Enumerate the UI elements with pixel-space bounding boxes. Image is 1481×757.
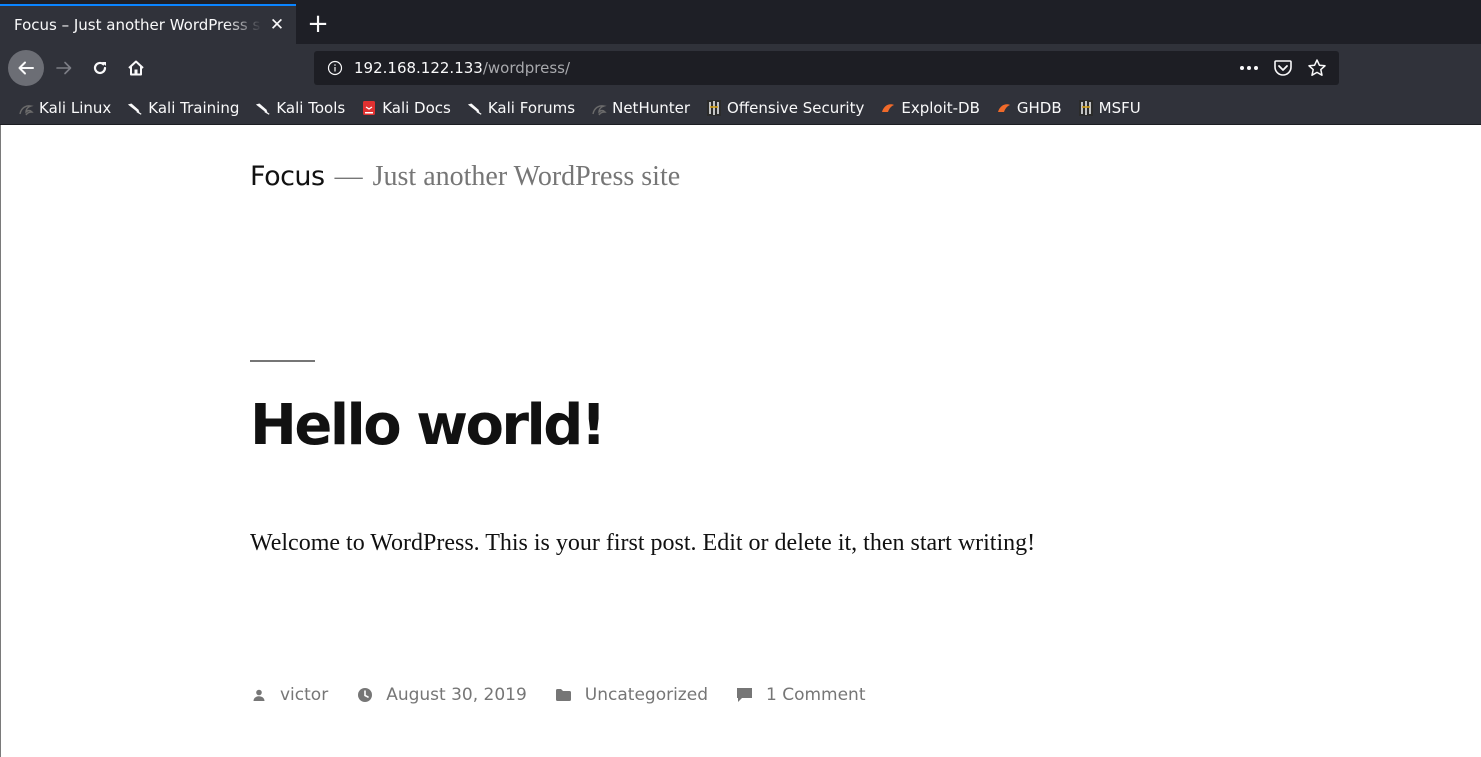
ghdb-icon [996, 100, 1012, 116]
bookmark-nethunter[interactable]: NetHunter [591, 99, 690, 117]
post-title[interactable]: Hello world! [250, 393, 606, 458]
kali-dragon-icon [18, 100, 34, 116]
post-comments: 1 Comment [736, 685, 866, 705]
person-icon [250, 686, 268, 704]
bookmark-label: Offensive Security [727, 99, 865, 117]
site-info-icon[interactable] [326, 60, 344, 76]
bookmark-label: Kali Docs [382, 99, 451, 117]
reload-button[interactable] [82, 50, 118, 86]
navigation-toolbar: 192.168.122.133/wordpress/ [0, 44, 1481, 92]
bookmark-label: NetHunter [612, 99, 691, 117]
page-actions-icon[interactable] [1239, 58, 1259, 78]
bookmark-label: GHDB [1016, 99, 1062, 117]
author-link[interactable]: victor [280, 685, 328, 705]
bookmark-label: Kali Training [148, 99, 240, 117]
comment-icon [736, 686, 754, 704]
forward-button[interactable] [46, 50, 82, 86]
bookmark-kali-training[interactable]: Kali Training [127, 99, 239, 117]
bookmark-kali-docs[interactable]: Kali Docs [361, 99, 451, 117]
bookmark-msfu[interactable]: MSFU [1078, 99, 1141, 117]
bookmark-ghdb[interactable]: GHDB [996, 99, 1062, 117]
nethunter-icon [591, 100, 607, 116]
kali-docs-icon [361, 100, 377, 116]
bookmark-label: Exploit-DB [901, 99, 980, 117]
home-icon [128, 60, 144, 76]
tab-active[interactable]: Focus – Just another WordPress site ✕ [0, 4, 296, 44]
url-actions [1239, 58, 1327, 78]
date-link[interactable]: August 30, 2019 [386, 685, 527, 705]
bookmark-star-icon[interactable] [1307, 58, 1327, 78]
comments-link[interactable]: 1 Comment [766, 685, 866, 705]
bookmark-exploit-db[interactable]: Exploit-DB [880, 99, 980, 117]
bookmark-kali-forums[interactable]: Kali Forums [467, 99, 575, 117]
bookmark-label: Kali Tools [276, 99, 346, 117]
folder-icon [555, 686, 573, 704]
category-link[interactable]: Uncategorized [585, 685, 708, 705]
post-author: victor [250, 685, 328, 705]
tab-title: Focus – Just another WordPress site [14, 16, 262, 34]
bookmark-kali-linux[interactable]: Kali Linux [18, 99, 111, 117]
url-host: 192.168.122.133 [354, 59, 483, 77]
bookmark-label: MSFU [1098, 99, 1141, 117]
post-date: August 30, 2019 [356, 685, 527, 705]
home-button[interactable] [118, 50, 154, 86]
kali-dragon-icon [127, 100, 143, 116]
site-title-link[interactable]: Focus [250, 161, 325, 192]
kali-dragon-icon [467, 100, 483, 116]
address-bar[interactable]: 192.168.122.133/wordpress/ [314, 51, 1339, 85]
site-header: Focus — Just another WordPress site [250, 161, 680, 193]
tab-close-icon[interactable]: ✕ [268, 15, 286, 35]
post-category: Uncategorized [555, 685, 708, 705]
exploit-db-icon [880, 100, 896, 116]
offsec-icon [1078, 100, 1094, 116]
url-path: /wordpress/ [482, 59, 571, 77]
bookmark-kali-tools[interactable]: Kali Tools [255, 99, 345, 117]
bookmarks-toolbar: Kali Linux Kali Training Kali Tools Kali… [0, 92, 1481, 125]
post-content: Welcome to WordPress. This is your first… [250, 530, 1036, 556]
reload-icon [93, 61, 107, 75]
title-divider [250, 360, 315, 362]
arrow-right-icon [56, 61, 72, 75]
clock-icon [356, 686, 374, 704]
site-description: Just another WordPress site [372, 161, 681, 192]
bookmark-offensive-security[interactable]: Offensive Security [706, 99, 864, 117]
browser-window: Focus – Just another WordPress site ✕ + [0, 0, 1481, 757]
arrow-left-icon [18, 61, 34, 75]
back-button[interactable] [8, 50, 44, 86]
bookmark-label: Kali Forums [487, 99, 576, 117]
tab-bar: Focus – Just another WordPress site ✕ + [0, 0, 1481, 44]
post-meta: victor August 30, 2019 Uncategorized 1 C… [250, 685, 894, 705]
new-tab-button[interactable]: + [296, 4, 340, 44]
page-content: Focus — Just another WordPress site Hell… [0, 125, 1481, 757]
pocket-icon[interactable] [1273, 58, 1293, 78]
bookmark-label: Kali Linux [39, 99, 112, 117]
kali-dragon-icon [255, 100, 271, 116]
offsec-icon [706, 100, 722, 116]
site-title-separator: — [334, 161, 363, 192]
